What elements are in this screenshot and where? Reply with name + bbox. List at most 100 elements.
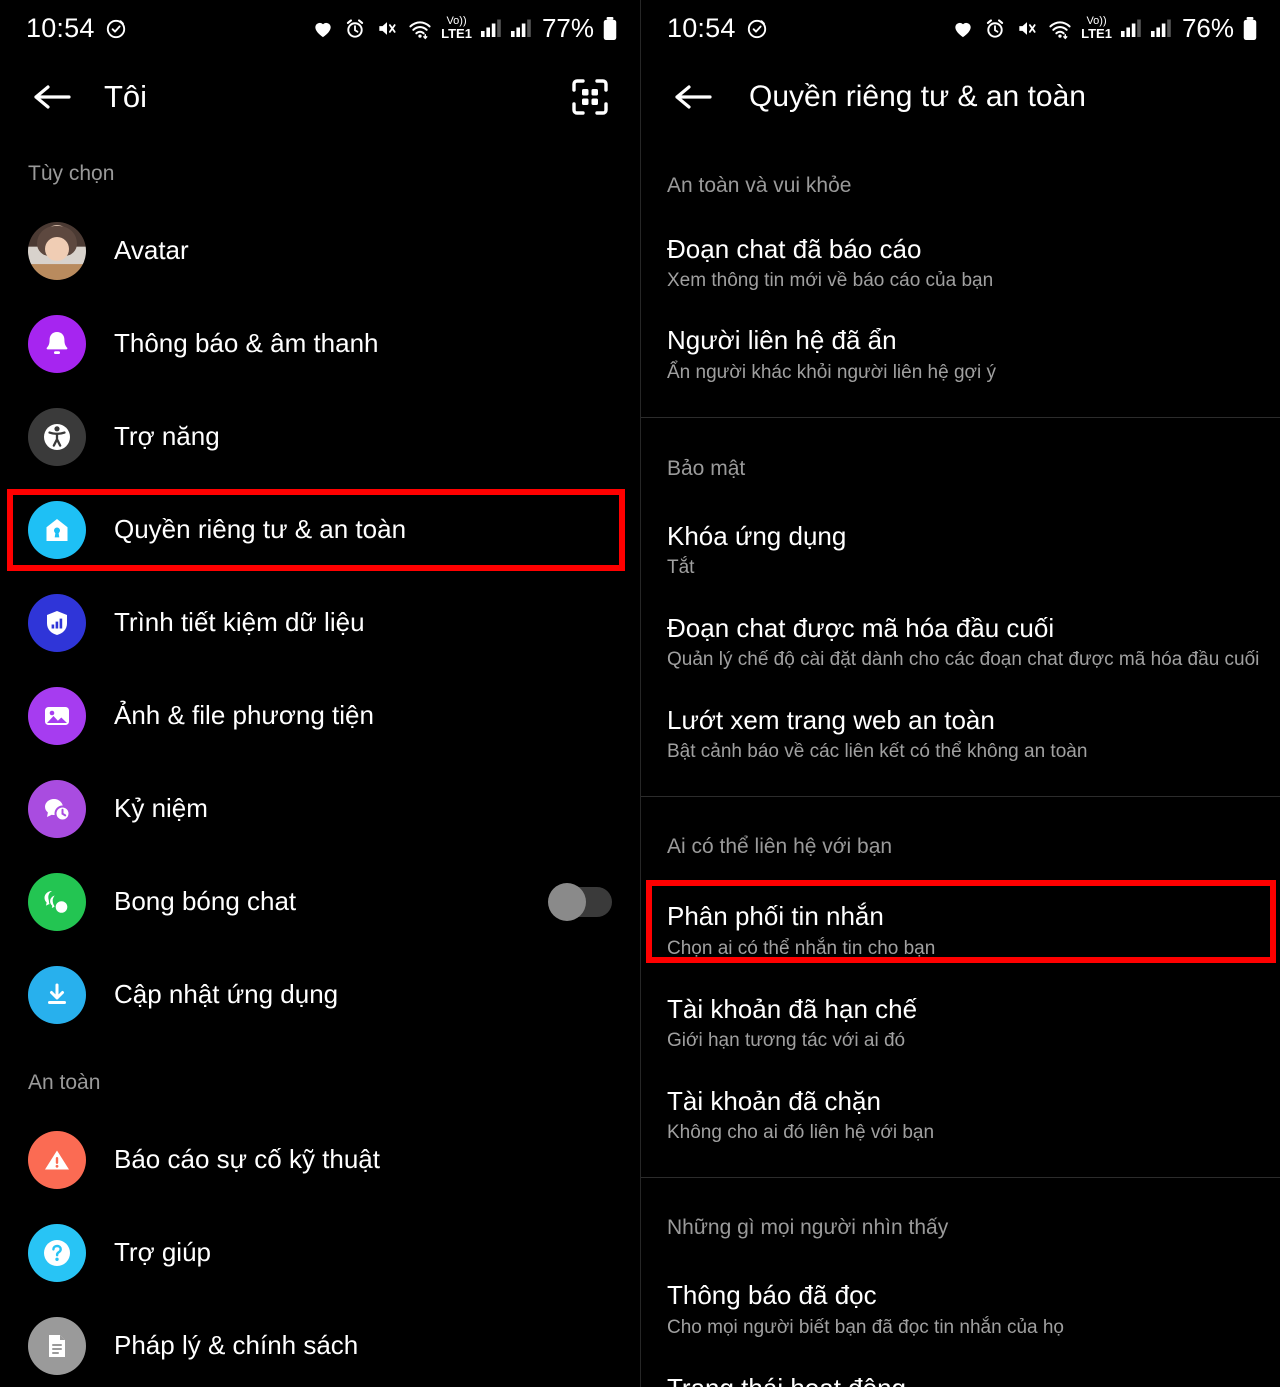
volte-icon: Vo)) LTE1 [1081,16,1112,41]
row-subtitle: Tắt [667,556,695,578]
settings-row-hidden-contacts[interactable]: Người liên hệ đã ẩn Ẩn người khác khỏi n… [641,325,1280,383]
row-title: Đoạn chat được mã hóa đầu cuối [667,612,1055,643]
qr-scanner-icon[interactable] [566,73,614,121]
settings-row-safe-browsing[interactable]: Lướt xem trang web an toàn Bật cảnh báo … [641,705,1280,763]
privacy-house-lock-icon [28,500,86,559]
document-icon [28,1316,86,1375]
sidebar-item-chat-bubbles[interactable]: Bong bóng chat [0,855,640,948]
settings-row-active-status[interactable]: Trạng thái hoạt động [641,1374,1280,1387]
accessibility-icon [28,407,86,466]
sidebar-item-help[interactable]: Trợ giúp [0,1206,640,1299]
photo-icon [28,686,86,745]
network-label: LTE1 [441,26,472,41]
alarm-icon [983,17,1007,40]
section-header-options: Tùy chọn [28,162,115,185]
sidebar-item-accessibility[interactable]: Trợ năng [0,390,640,483]
row-subtitle: Cho mọi người biết bạn đã đọc tin nhắn c… [667,1316,1064,1338]
row-subtitle: Ẩn người khác khỏi người liên hệ gợi ý [667,361,996,383]
signal-icon [1120,18,1142,38]
sidebar-item-photos-media[interactable]: Ảnh & file phương tiện [0,669,640,762]
status-bar-right: 10:54 Vo)) LTE1 76% [641,0,1280,56]
settings-row-reported-chats[interactable]: Đoạn chat đã báo cáo Xem thông tin mới v… [641,234,1280,292]
settings-row-read-receipts[interactable]: Thông báo đã đọc Cho mọi người biết bạn … [641,1282,1280,1338]
settings-row-app-lock[interactable]: Khóa ứng dụng Tắt [641,520,1280,579]
data-saver-shield-icon [28,593,86,652]
sidebar-item-avatar[interactable]: Avatar [0,204,640,297]
chat-bubbles-toggle[interactable] [548,882,612,921]
settings-row-restricted-accounts[interactable]: Tài khoản đã hạn chế Giới hạn tương tác … [641,995,1280,1052]
status-time: 10:54 [26,12,95,43]
signal-icon [1150,18,1172,38]
row-title: Lướt xem trang web an toàn [667,705,995,736]
row-subtitle: Không cho ai đó liên hệ với bạn [667,1122,935,1144]
page-title: Tôi [104,79,148,114]
wifi-icon [1047,17,1073,40]
section-header-who-can-reach-you: Ai có thể liên hệ với bạn [667,835,893,859]
sidebar-item-memories[interactable]: Kỷ niệm [0,762,640,855]
signal-icon [510,18,532,38]
row-title: Thông báo đã đọc [667,1280,877,1311]
mute-icon [1015,17,1039,40]
status-bar-left: 10:54 Vo)) LTE1 77% [0,0,640,56]
row-title: Đoạn chat đã báo cáo [667,234,922,264]
row-title: Tài khoản đã chặn [667,1086,881,1117]
timer-icon [745,16,769,40]
row-subtitle: Xem thông tin mới về báo cáo của bạn [667,270,994,292]
battery-icon [602,16,618,41]
volte-icon: Vo)) LTE1 [441,16,472,41]
sidebar-item-label: Trợ năng [114,421,220,451]
settings-row-message-delivery[interactable]: Phân phối tin nhắn Chọn ai có thể nhắn t… [641,903,1280,959]
battery-percent: 76% [1181,12,1234,43]
mute-icon [375,17,399,40]
sidebar-item-app-updates[interactable]: Cập nhật ứng dụng [0,948,640,1041]
row-subtitle: Chọn ai có thể nhắn tin cho bạn [667,937,936,959]
section-header-security: Bảo mật [667,456,746,480]
row-title: Phân phối tin nhắn [667,901,884,932]
dual-screenshot-container: 10:54 Vo)) LTE1 77% Tôi Tùy chọn Avatar … [0,0,1280,1387]
signal-icon [480,18,502,38]
section-divider [641,796,1280,798]
chat-bubbles-icon [28,872,86,931]
sidebar-item-privacy-safety[interactable]: Quyền riêng tư & an toàn [0,483,640,576]
sidebar-item-label: Bong bóng chat [114,886,297,916]
sidebar-item-label: Quyền riêng tư & an toàn [114,514,407,544]
section-header-what-people-see: Những gì mọi người nhìn thấy [667,1216,949,1240]
row-title: Người liên hệ đã ẩn [667,325,897,356]
sidebar-item-label: Thông báo & âm thanh [114,328,379,358]
sidebar-item-label: Trình tiết kiệm dữ liệu [114,607,365,637]
network-label: LTE1 [1081,26,1112,41]
back-button[interactable] [26,71,78,123]
help-question-icon [28,1223,86,1282]
sidebar-item-data-saver[interactable]: Trình tiết kiệm dữ liệu [0,576,640,669]
right-phone-screen: 10:54 Vo)) LTE1 76% Quyền riêng tư & an … [640,0,1280,1387]
page-title: Quyền riêng tư & an toàn [749,80,1086,113]
sidebar-item-notifications[interactable]: Thông báo & âm thanh [0,297,640,390]
sidebar-item-label: Cập nhật ứng dụng [114,979,339,1009]
settings-row-e2e-chats[interactable]: Đoạn chat được mã hóa đầu cuối Quản lý c… [641,612,1280,671]
sidebar-item-report-problem[interactable]: Báo cáo sự cố kỹ thuật [0,1113,640,1206]
app-bar-left: Tôi [0,56,640,138]
section-header-safety: An toàn [28,1071,101,1094]
sidebar-item-label: Báo cáo sự cố kỹ thuật [114,1144,380,1174]
sidebar-item-label: Trợ giúp [114,1237,212,1267]
back-button[interactable] [667,71,719,123]
row-title: Trạng thái hoạt động [667,1374,1254,1387]
heart-icon [951,17,975,40]
row-title: Khóa ứng dụng [667,520,847,551]
battery-percent: 77% [541,12,594,43]
memories-clock-icon [28,779,86,838]
left-phone-screen: 10:54 Vo)) LTE1 77% Tôi Tùy chọn Avatar … [0,0,640,1387]
sidebar-item-label: Kỷ niệm [114,793,208,823]
bell-icon [28,314,86,373]
heart-icon [311,17,335,40]
row-subtitle: Bật cảnh báo về các liên kết có thể khôn… [667,741,1088,763]
timer-icon [104,16,128,40]
sidebar-item-legal-policies[interactable]: Pháp lý & chính sách [0,1299,640,1387]
row-subtitle: Quản lý chế độ cài đặt dành cho các đoạn… [667,649,1260,671]
sidebar-item-label: Avatar [114,235,189,265]
settings-row-blocked-accounts[interactable]: Tài khoản đã chặn Không cho ai đó liên h… [641,1086,1280,1144]
section-divider [641,416,1280,418]
sidebar-item-label: Pháp lý & chính sách [114,1330,359,1360]
status-time: 10:54 [667,12,736,43]
avatar-icon [28,221,86,280]
